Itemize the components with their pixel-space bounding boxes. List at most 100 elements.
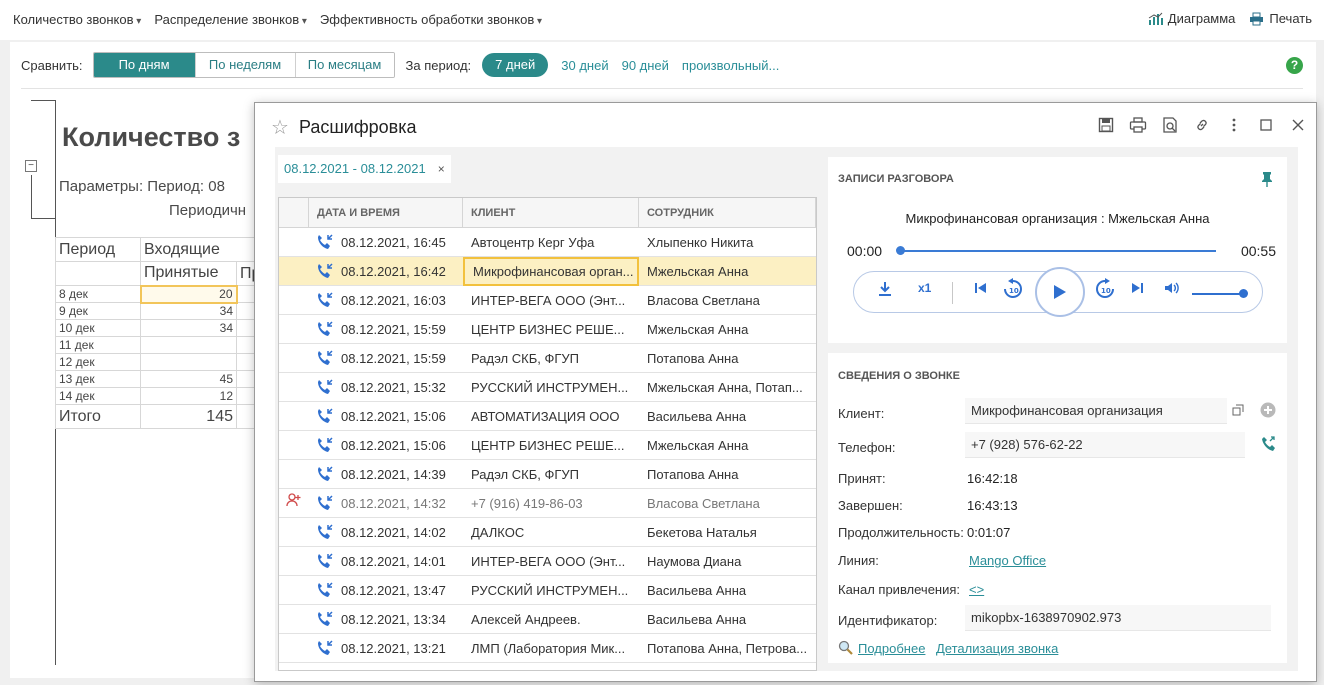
add-contact-icon[interactable] — [286, 492, 302, 508]
compare-by-days[interactable]: По дням — [93, 53, 196, 77]
row-client[interactable]: Автоцентр Керг Уфа — [463, 228, 639, 257]
row-client[interactable]: ЦЕНТР БИЗНЕС РЕШЕ... — [463, 431, 639, 460]
phone-field[interactable]: +7 (928) 576-62-22 — [965, 432, 1245, 458]
row-client[interactable]: Микрофинансовая орган... — [463, 256, 639, 286]
more-details-link[interactable]: Подробнее — [858, 641, 925, 656]
favorite-star-icon[interactable]: ☆ — [271, 115, 289, 140]
header-client[interactable]: КЛИЕНТ — [463, 198, 639, 227]
period-30-days[interactable]: 30 дней — [561, 58, 608, 73]
row-client[interactable]: Алексей Андреев. — [463, 605, 639, 634]
table-row[interactable]: 08.12.2021, 14:32 +7 (916) 419-86-03 Власо… — [279, 489, 816, 518]
menu-call-count[interactable]: Количество звонков — [13, 12, 141, 27]
speed-button[interactable]: x1 — [918, 281, 931, 295]
volume-slider[interactable] — [1192, 293, 1244, 295]
forward-10-icon[interactable]: 10 — [1094, 278, 1116, 303]
add-circle-icon[interactable] — [1260, 402, 1276, 421]
table-row[interactable]: 08.12.2021, 15:32 РУССКИЙ ИНСТРУМЕН... Мже… — [279, 373, 816, 402]
table-row[interactable]: 08.12.2021, 14:02 ДАЛКОС Бекетова Наталья — [279, 518, 816, 547]
table-row[interactable]: 08.12.2021, 13:21 ЛМП (Лаборатория Мик...… — [279, 634, 816, 663]
table-row[interactable]: 08.12.2021, 16:45 Автоцентр Керг Уфа Хлыпе… — [279, 228, 816, 257]
open-card-icon[interactable] — [1232, 404, 1244, 419]
incoming-call-icon — [318, 321, 333, 336]
row-client[interactable]: Радэл СКБ, ФГУП — [463, 460, 639, 489]
header-employee[interactable]: СОТРУДНИК — [639, 198, 816, 227]
table-row[interactable]: 08.12.2021, 15:59 Радэл СКБ, ФГУП Потапова… — [279, 344, 816, 373]
header-datetime[interactable]: ДАТА И ВРЕМЯ — [309, 198, 463, 227]
header-icon-col — [279, 198, 309, 227]
row-client[interactable]: ДАЛКОС — [463, 518, 639, 547]
id-value: mikopbx-1638970902.973 — [971, 610, 1122, 625]
client-field[interactable]: Микрофинансовая организация — [965, 398, 1227, 424]
report-row-value[interactable] — [140, 336, 237, 354]
row-employee: Мжельская Анна — [647, 263, 749, 279]
link-icon[interactable] — [1192, 115, 1212, 135]
table-row[interactable]: 08.12.2021, 14:01 ИНТЕР-ВЕГА ООО (Энт... Н… — [279, 547, 816, 576]
period-90-days[interactable]: 90 дней — [622, 58, 669, 73]
download-icon[interactable] — [878, 281, 892, 300]
table-row[interactable]: 08.12.2021, 15:06 АВТОМАТИЗАЦИЯ ООО Василь… — [279, 402, 816, 431]
menu-call-distribution[interactable]: Распределение звонков — [154, 12, 307, 27]
table-row[interactable]: 08.12.2021, 14:39 Радэл СКБ, ФГУП Потапова… — [279, 460, 816, 489]
skip-end-icon[interactable] — [1130, 281, 1144, 298]
table-row[interactable]: 08.12.2021, 15:59 ЦЕНТР БИЗНЕС РЕШЕ... Мже… — [279, 315, 816, 344]
table-row[interactable]: 08.12.2021, 13:47 РУССКИЙ ИНСТРУМЕН... Вас… — [279, 576, 816, 605]
row-client[interactable]: +7 (916) 419-86-03 — [463, 489, 639, 518]
menu-call-efficiency[interactable]: Эффективность обработки звонков — [320, 12, 542, 27]
rewind-10-icon[interactable]: 10 — [1002, 278, 1024, 303]
table-row[interactable]: 08.12.2021, 13:34 Алексей Андреев. Василье… — [279, 605, 816, 634]
preview-search-icon[interactable] — [1160, 115, 1180, 135]
channel-link[interactable]: <> — [969, 582, 984, 597]
table-row[interactable]: 08.12.2021, 16:03 ИНТЕР-ВЕГА ООО (Энт... В… — [279, 286, 816, 315]
row-client[interactable]: АВТОМАТИЗАЦИЯ ООО — [463, 402, 639, 431]
line-link[interactable]: Mango Office — [969, 553, 1046, 568]
table-row[interactable]: 08.12.2021, 16:42 Микрофинансовая орган..… — [279, 256, 816, 286]
incoming-call-icon — [318, 234, 333, 249]
row-client[interactable]: РУССКИЙ ИНСТРУМЕН... — [463, 576, 639, 605]
compare-by-months[interactable]: По месяцам — [295, 53, 394, 77]
compare-by-weeks[interactable]: По неделям — [195, 53, 296, 77]
report-row-value[interactable] — [140, 353, 237, 371]
id-field[interactable]: mikopbx-1638970902.973 — [965, 605, 1271, 631]
row-client[interactable]: ИНТЕР-ВЕГА ООО (Энт... — [463, 286, 639, 315]
more-vertical-icon[interactable] — [1224, 115, 1244, 135]
printer-icon[interactable] — [1128, 115, 1148, 135]
collapse-group-button[interactable]: − — [25, 160, 37, 172]
date-filter-chip[interactable]: 08.12.2021 - 08.12.2021 × — [278, 155, 451, 183]
report-row-value[interactable]: 12 — [140, 387, 237, 405]
period-custom[interactable]: произвольный... — [682, 58, 779, 73]
table-row[interactable]: 08.12.2021, 15:06 ЦЕНТР БИЗНЕС РЕШЕ... Мже… — [279, 431, 816, 460]
print-button[interactable]: Печать — [1249, 11, 1312, 26]
maximize-icon[interactable] — [1256, 115, 1276, 135]
save-icon[interactable] — [1096, 115, 1116, 135]
row-client[interactable]: ЛМП (Лаборатория Мик... — [463, 634, 639, 663]
skip-start-icon[interactable] — [974, 281, 988, 298]
pin-icon[interactable] — [1261, 171, 1273, 190]
close-icon[interactable] — [1288, 115, 1308, 135]
period-7-days[interactable]: 7 дней — [482, 53, 549, 77]
report-row-value[interactable]: 20 — [139, 284, 238, 304]
row-client[interactable]: ИНТЕР-ВЕГА ООО (Энт... — [463, 547, 639, 576]
row-marker — [279, 576, 309, 605]
report-row-date: 14 дек — [55, 387, 141, 405]
play-button[interactable] — [1035, 267, 1085, 317]
help-icon[interactable]: ? — [1286, 57, 1303, 74]
chip-close-icon[interactable]: × — [438, 155, 445, 183]
report-row-value[interactable]: 34 — [140, 319, 237, 337]
progress-track[interactable] — [898, 250, 1216, 252]
table-row-partial — [279, 663, 816, 670]
row-client[interactable]: РУССКИЙ ИНСТРУМЕН... — [463, 373, 639, 402]
diagram-button[interactable]: Диаграмма — [1148, 11, 1235, 26]
report-row-value[interactable]: 45 — [140, 370, 237, 388]
report-row-date: 9 дек — [55, 302, 141, 320]
call-phone-icon[interactable] — [1261, 436, 1277, 455]
row-client[interactable]: ЦЕНТР БИЗНЕС РЕШЕ... — [463, 315, 639, 344]
row-client[interactable]: Радэл СКБ, ФГУП — [463, 344, 639, 373]
volume-icon[interactable] — [1164, 281, 1180, 298]
volume-knob[interactable] — [1239, 289, 1248, 298]
incoming-call-icon — [318, 524, 333, 539]
report-row-value[interactable]: 34 — [140, 302, 237, 320]
row-datetime: 08.12.2021, 14:02 — [309, 518, 463, 547]
call-detail-link[interactable]: Детализация звонка — [936, 641, 1058, 656]
row-employee: Наумова Диана — [647, 553, 742, 569]
progress-knob[interactable] — [896, 246, 905, 255]
